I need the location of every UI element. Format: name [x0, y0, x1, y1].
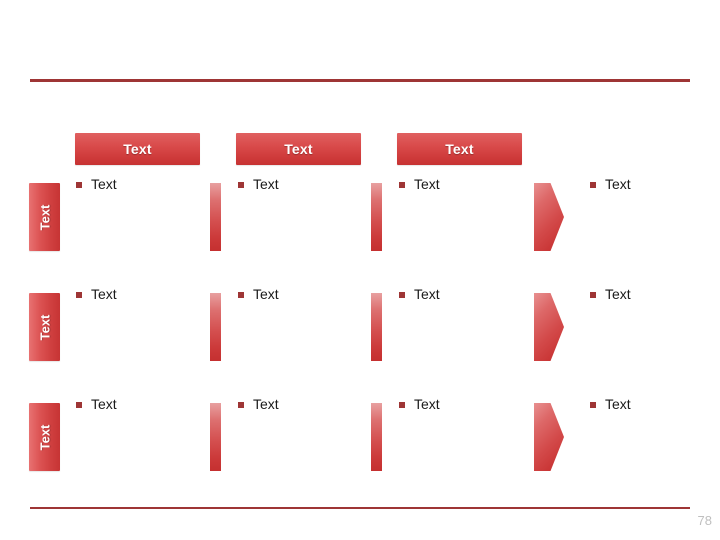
row-label-2[interactable]: Text [29, 293, 60, 361]
row-2-cell-4[interactable]: Text [590, 285, 631, 303]
row-label-2-text: Text [36, 314, 52, 340]
column-header-3-label: Text [445, 141, 474, 157]
row-2-cell-1-text: Text [91, 286, 117, 302]
row-2-cell-4-text: Text [605, 286, 631, 302]
row-1-cell-1[interactable]: Text [76, 175, 117, 193]
column-header-2[interactable]: Text [236, 133, 361, 165]
row-2-cell-1[interactable]: Text [76, 285, 117, 303]
column-header-1[interactable]: Text [75, 133, 200, 165]
row-2-cell-3[interactable]: Text [399, 285, 440, 303]
row-3-cell-4[interactable]: Text [590, 395, 631, 413]
row-3-cell-3-text: Text [414, 396, 440, 412]
row-2-cell-2-text: Text [253, 286, 279, 302]
square-bullet-icon [590, 292, 596, 298]
row-1-cell-3[interactable]: Text [399, 175, 440, 193]
row-1-cell-1-text: Text [91, 176, 117, 192]
square-bullet-icon [76, 292, 82, 298]
row-3-separator-3 [371, 403, 382, 471]
square-bullet-icon [238, 182, 244, 188]
row-1-separator-3 [371, 183, 382, 251]
row-2-cell-2[interactable]: Text [238, 285, 279, 303]
row-2-separator-2 [210, 293, 221, 361]
row-1-cell-2[interactable]: Text [238, 175, 279, 193]
row-1-cell-3-text: Text [414, 176, 440, 192]
slide-canvas: Text Text Text Text Text Text Text Text … [0, 0, 720, 540]
row-3-cell-2-text: Text [253, 396, 279, 412]
page-number: 78 [697, 513, 712, 528]
square-bullet-icon [399, 182, 405, 188]
row-label-3-text: Text [36, 424, 52, 450]
row-1-arrow-separator-4 [534, 183, 564, 251]
square-bullet-icon [399, 292, 405, 298]
row-2-arrow-separator-4 [534, 293, 564, 361]
column-header-2-label: Text [284, 141, 313, 157]
square-bullet-icon [590, 402, 596, 408]
bottom-divider-rule [30, 507, 690, 509]
row-label-1[interactable]: Text [29, 183, 60, 251]
square-bullet-icon [238, 402, 244, 408]
square-bullet-icon [399, 402, 405, 408]
row-3-cell-1[interactable]: Text [76, 395, 117, 413]
row-label-3[interactable]: Text [29, 403, 60, 471]
row-2-cell-3-text: Text [414, 286, 440, 302]
row-3-arrow-separator-4 [534, 403, 564, 471]
row-1-separator-2 [210, 183, 221, 251]
top-divider-rule [30, 79, 690, 82]
row-3-cell-1-text: Text [91, 396, 117, 412]
row-label-1-text: Text [36, 204, 52, 230]
square-bullet-icon [76, 402, 82, 408]
row-2-separator-3 [371, 293, 382, 361]
row-1-cell-4[interactable]: Text [590, 175, 631, 193]
row-1-cell-4-text: Text [605, 176, 631, 192]
row-3-cell-4-text: Text [605, 396, 631, 412]
square-bullet-icon [590, 182, 596, 188]
row-1-cell-2-text: Text [253, 176, 279, 192]
row-3-separator-2 [210, 403, 221, 471]
row-3-cell-2[interactable]: Text [238, 395, 279, 413]
square-bullet-icon [76, 182, 82, 188]
row-3-cell-3[interactable]: Text [399, 395, 440, 413]
column-header-3[interactable]: Text [397, 133, 522, 165]
square-bullet-icon [238, 292, 244, 298]
column-header-1-label: Text [123, 141, 152, 157]
